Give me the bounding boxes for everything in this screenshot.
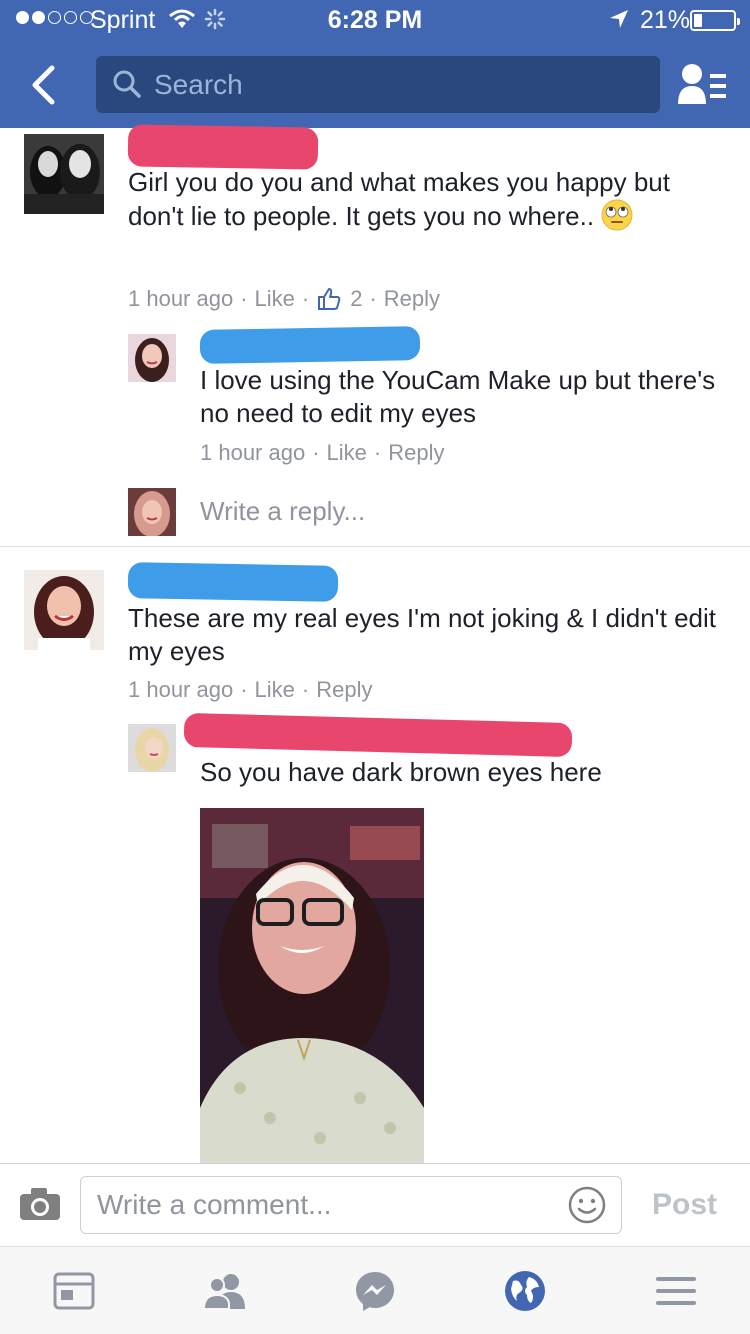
like-link[interactable]: Like — [327, 440, 367, 466]
comment-time[interactable]: 1 hour ago — [128, 286, 233, 312]
reply-meta: 1 hour ago · Like · Reply — [200, 440, 445, 466]
reply-text: I love using the YouCam Make up but ther… — [200, 365, 716, 428]
top-navigation-bar: Sprint 6:28 PM 21% Search — [0, 0, 750, 128]
news-feed-icon[interactable] — [52, 1269, 96, 1313]
reply-text: So you have dark brown eyes here — [200, 757, 602, 787]
comment-time[interactable]: 1 hour ago — [128, 677, 233, 703]
reply-link[interactable]: Reply — [384, 286, 440, 312]
replier-avatar[interactable] — [128, 724, 176, 772]
comment-text: Girl you do you and what makes you happy… — [128, 166, 728, 233]
comment-input[interactable]: Write a comment... — [80, 1176, 622, 1234]
battery-icon — [690, 10, 740, 31]
emoji-smiley-icon[interactable] — [567, 1185, 607, 1225]
current-user-avatar — [128, 488, 176, 536]
comment-meta: 1 hour ago · Like · 2 · Reply — [128, 286, 441, 312]
reply-link[interactable]: Reply — [388, 440, 444, 466]
battery-percent: 21% — [640, 6, 691, 34]
bottom-tab-bar — [0, 1247, 750, 1334]
like-link[interactable]: Like — [255, 286, 295, 312]
comment-divider — [0, 546, 750, 547]
friend-requests-icon[interactable] — [203, 1269, 247, 1313]
status-time: 6:28 PM — [327, 6, 423, 34]
search-icon — [113, 70, 141, 98]
friend-list-icon[interactable] — [676, 60, 728, 110]
post-button[interactable]: Post — [652, 1188, 717, 1222]
search-placeholder: Search — [154, 69, 243, 100]
eye-roll-emoji-icon — [601, 199, 633, 231]
reply-time[interactable]: 1 hour ago — [200, 440, 305, 466]
commenter-avatar[interactable] — [24, 134, 104, 214]
commenter-avatar[interactable] — [24, 570, 104, 650]
search-input[interactable]: Search — [96, 56, 660, 113]
redacted-name — [127, 562, 339, 602]
comment-meta: 1 hour ago · Like · Reply — [128, 677, 373, 703]
replier-avatar[interactable] — [128, 334, 176, 382]
comment-placeholder: Write a comment... — [97, 1189, 332, 1220]
redacted-name — [127, 124, 319, 170]
comment-body: Girl you do you and what makes you happy… — [128, 167, 670, 231]
back-chevron-icon[interactable] — [20, 60, 70, 110]
notifications-globe-icon[interactable] — [503, 1269, 547, 1313]
write-reply-input[interactable]: Write a reply... — [200, 496, 365, 527]
redacted-name — [199, 326, 421, 364]
like-link[interactable]: Like — [255, 677, 295, 703]
comment-text: These are my real eyes I'm not joking & … — [128, 603, 716, 666]
like-count[interactable]: 2 — [350, 286, 362, 312]
status-bar: Sprint 6:28 PM 21% — [0, 0, 750, 40]
reply-attached-photo[interactable] — [200, 808, 424, 1164]
reply-link[interactable]: Reply — [316, 677, 372, 703]
messenger-icon[interactable] — [353, 1269, 397, 1313]
more-menu-icon[interactable] — [654, 1269, 698, 1313]
comment-composer: Write a comment... Post — [0, 1163, 750, 1247]
location-arrow-icon — [610, 10, 628, 28]
camera-icon[interactable] — [18, 1186, 62, 1222]
like-thumb-icon[interactable] — [316, 286, 342, 312]
redacted-name — [183, 712, 573, 758]
